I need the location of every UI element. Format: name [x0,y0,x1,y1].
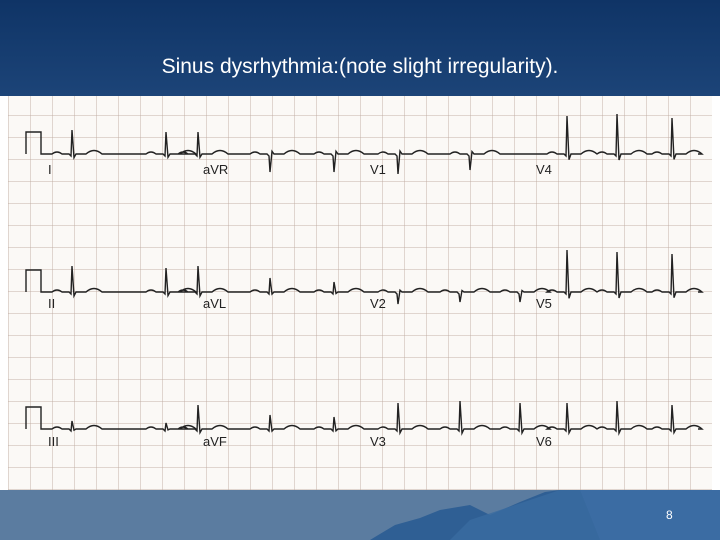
lead-label: aVL [203,296,227,311]
page-number: 8 [666,508,673,522]
mountain-graphic [370,490,720,540]
lead-label: V2 [370,296,386,311]
slide-header: Sinus dysrhythmia:(note slight irregular… [0,0,720,96]
lead-label: V4 [536,162,552,177]
slide-footer: 8 [0,490,720,540]
lead-label: aVR [203,162,229,177]
lead-label: V5 [536,296,552,311]
lead-label: I [48,162,52,177]
ecg-trace-row-1 [25,113,704,175]
ecg-traces [25,113,704,436]
lead-label: aVF [203,434,227,449]
lead-label: V3 [370,434,386,449]
lead-label: II [48,296,56,311]
ecg-trace-row-2 [25,249,704,305]
ecg-trace-row-3 [25,400,704,436]
lead-label: V1 [370,162,386,177]
ecg-strip: I aVR V1 V4 II aVL V2 V5 III aVF V3 V6 [8,96,712,490]
lead-label: V6 [536,434,552,449]
slide-title: Sinus dysrhythmia:(note slight irregular… [161,55,559,78]
lead-label: III [48,434,59,449]
